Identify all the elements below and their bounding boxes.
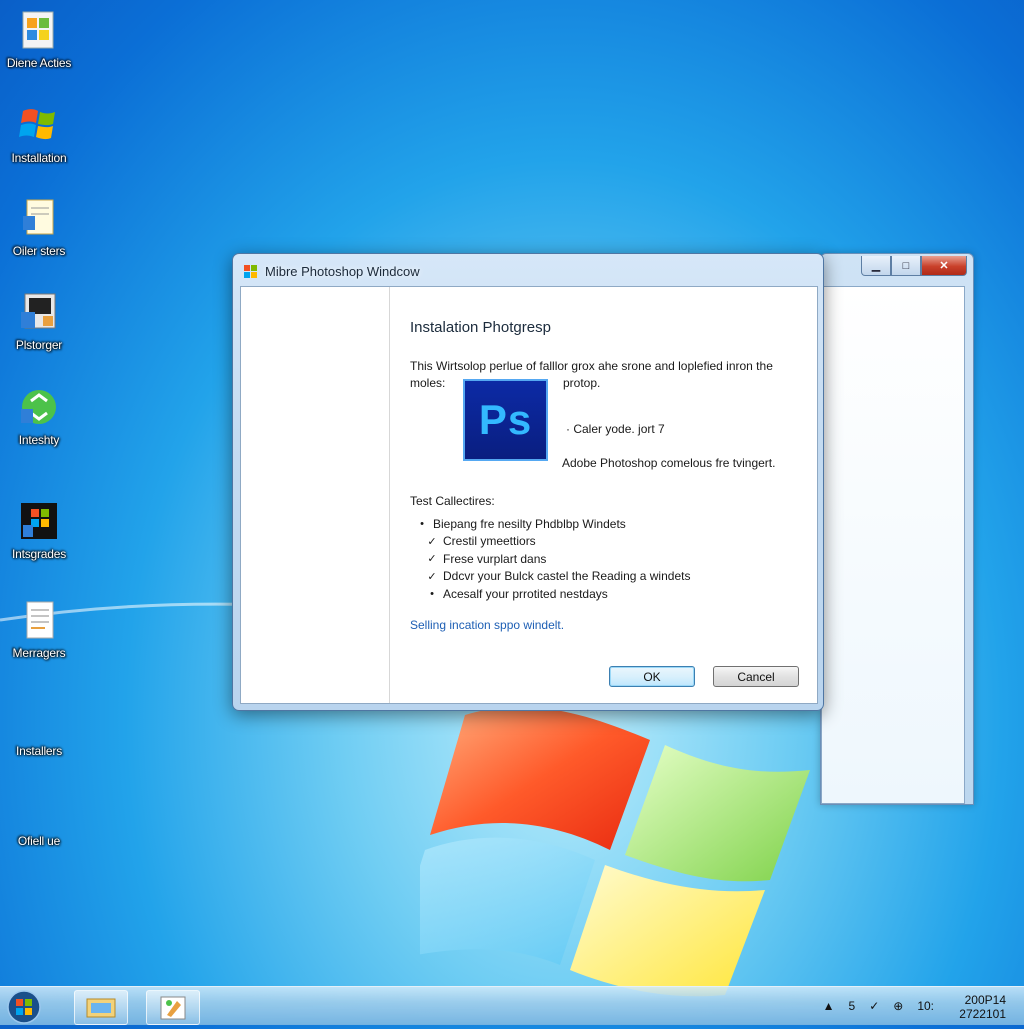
text-file-icon xyxy=(26,601,54,639)
section-title: Test Callectires: xyxy=(410,494,495,508)
bullet-icon: • xyxy=(430,587,434,600)
task-text: Crestil ymeettiors xyxy=(443,534,536,549)
desktop-icon-label: Merragers xyxy=(12,646,66,660)
minimize-icon: ▁ xyxy=(871,260,881,272)
desktop-icon-ofiell-ue[interactable]: Ofiell ue xyxy=(0,830,78,848)
paint-icon xyxy=(160,996,186,1020)
note-text-3: Adobe Photoshop comelous fre tvingert. xyxy=(562,456,776,470)
desktop-icon-intsgrades[interactable]: Intsgrades xyxy=(0,499,78,561)
dialog-client: Instalation Photgresp This Wirtsolop per… xyxy=(240,286,818,704)
desktop-icon-installation[interactable]: Installation xyxy=(0,103,78,165)
folder-icon xyxy=(22,11,54,49)
list-item: • Acesalf your prrotited nestdays xyxy=(426,585,690,603)
desktop-icon-label: Inteshty xyxy=(18,433,60,447)
close-icon: ✕ xyxy=(939,260,949,272)
check-icon: ✓ xyxy=(427,570,437,583)
clock[interactable]: 200P14 2722101 xyxy=(959,993,1006,1021)
maximize-icon: □ xyxy=(902,259,910,272)
list-item: ✓ Crestil ymeettiors xyxy=(426,533,690,551)
intro-text-line1: This Wirtsolop perlue of falllor grox ah… xyxy=(410,359,773,373)
recycle-icon xyxy=(21,390,56,424)
taskbar: ▲ 5 ✓ ⊕ 10: 200P14 2722101 xyxy=(0,986,1024,1025)
note-text-1: protop. xyxy=(563,376,601,390)
background-window-client xyxy=(821,286,965,804)
taskbar-explorer-button[interactable] xyxy=(74,990,128,1025)
desktop-icon-label: Installation xyxy=(11,151,67,165)
pictures-icon xyxy=(21,293,56,329)
cancel-button[interactable]: Cancel xyxy=(713,666,799,687)
desktop-icon-label: Ofiell ue xyxy=(17,834,61,848)
taskbar-app-button[interactable] xyxy=(146,990,200,1025)
dialog-left-pane xyxy=(241,287,390,703)
media-center-icon xyxy=(21,503,57,539)
bullet-icon: • xyxy=(420,517,424,530)
caption-buttons: ▁ □ ✕ xyxy=(861,256,967,276)
task-text: Ddcvr your Bulck castel the Reading a wi… xyxy=(443,569,691,584)
clock-date: 2722101 xyxy=(959,1007,1006,1021)
explorer-icon xyxy=(86,998,116,1018)
list-item: ✓ Frese vurplart dans xyxy=(426,550,690,568)
minimize-button[interactable]: ▁ xyxy=(861,256,891,276)
task-text: Acesalf your prrotited nestdays xyxy=(443,586,608,601)
check-icon: ✓ xyxy=(427,553,437,566)
check-icon: ✓ xyxy=(427,535,437,548)
desktop-icon-installers[interactable]: Installers xyxy=(0,740,78,758)
desktop-icon-label: Installers xyxy=(15,744,63,758)
desktop-icon-label: Oiler sters xyxy=(12,244,66,258)
desktop-icon-inteshty[interactable]: Inteshty xyxy=(0,385,78,447)
note-text-2: · Caler yode. jort 7 xyxy=(566,422,665,436)
desktop-icon-label: Diene Acties xyxy=(6,56,72,70)
list-item: • Biepang fre nesilty Phdblbp Windets xyxy=(416,515,690,533)
document-icon xyxy=(23,199,54,235)
maximize-button[interactable]: □ xyxy=(891,256,921,276)
dialog-title: Mibre Photoshop Windcow xyxy=(265,263,420,279)
tray-item-5[interactable]: 5 xyxy=(849,999,856,1013)
dialog-heading: Instalation Photgresp xyxy=(410,319,551,336)
close-button[interactable]: ✕ xyxy=(921,256,967,276)
photoshop-logo-icon: Ps xyxy=(463,379,548,461)
windows-logo-wallpaper xyxy=(420,706,810,997)
tray-item-10[interactable]: 10: xyxy=(917,999,934,1013)
network-icon[interactable]: ⊕ xyxy=(893,999,903,1013)
task-text: Biepang fre nesilty Phdblbp Windets xyxy=(433,516,626,531)
desktop-icon-plstorger[interactable]: Plstorger xyxy=(0,290,78,352)
desktop-icon-label: Plstorger xyxy=(15,338,63,352)
task-list: • Biepang fre nesilty Phdblbp Windets ✓ … xyxy=(416,515,690,603)
dialog-titlebar[interactable]: Mibre Photoshop Windcow xyxy=(243,260,420,282)
windows-flag-icon xyxy=(19,109,55,140)
intro-text-line2: moles: xyxy=(410,376,446,390)
desktop-icon-diene-acties[interactable]: Diene Acties xyxy=(0,8,78,70)
desktop-icon-label: Intsgrades xyxy=(11,547,67,561)
photoshop-install-dialog: Mibre Photoshop Windcow Instalation Phot… xyxy=(232,253,824,711)
tray-check-icon[interactable]: ✓ xyxy=(869,999,879,1013)
desktop-icon-merragers[interactable]: Merragers xyxy=(0,598,78,660)
start-button[interactable] xyxy=(4,989,44,1025)
task-text: Frese vurplart dans xyxy=(443,551,547,566)
system-tray: ▲ 5 ✓ ⊕ 10: xyxy=(823,999,934,1013)
background-window[interactable]: ▁ □ ✕ xyxy=(820,253,974,805)
list-item: ✓ Ddcvr your Bulck castel the Reading a … xyxy=(426,568,690,586)
show-hidden-icons-icon[interactable]: ▲ xyxy=(823,999,835,1013)
clock-time: 200P14 xyxy=(964,993,1006,1007)
settings-link[interactable]: Selling incation sppo windelt. xyxy=(410,618,564,632)
windows-flag-icon xyxy=(244,265,257,278)
desktop-icon-oiler-sters[interactable]: Oiler sters xyxy=(0,196,78,258)
ok-button[interactable]: OK xyxy=(609,666,695,687)
